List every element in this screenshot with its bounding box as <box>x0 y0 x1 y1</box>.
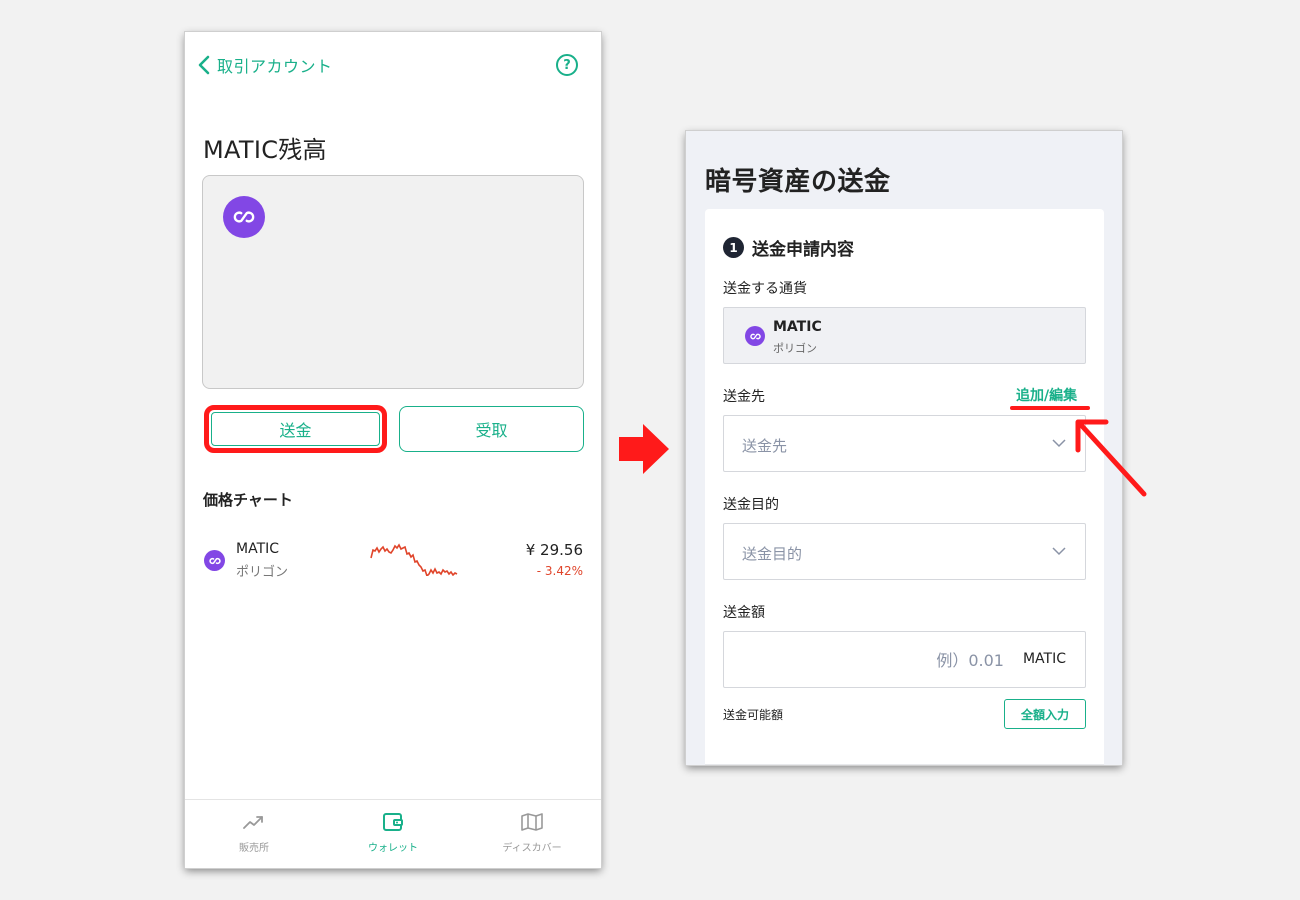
coin-price: ¥ 29.56 <box>525 541 583 559</box>
step-number-badge: 1 <box>723 237 744 258</box>
add-edit-destination-link[interactable]: 追加/編集 <box>1016 385 1077 405</box>
polygon-logo-icon <box>745 326 765 346</box>
step-header: 1 送金申請内容 <box>723 235 854 260</box>
tab-label: 販売所 <box>239 843 269 854</box>
receive-button[interactable]: 受取 <box>399 406 584 452</box>
coin-price-row[interactable]: MATIC ポリゴン ¥ 29.56 - 3.42% <box>185 532 601 582</box>
available-amount-label: 送金可能額 <box>723 708 784 722</box>
currency-name: MATIC <box>773 319 822 335</box>
amount-label: 送金額 <box>723 605 765 621</box>
help-icon[interactable]: ? <box>556 54 578 76</box>
mobile-header: 取引アカウント ? <box>185 32 601 96</box>
back-button-label: 取引アカウント <box>217 57 333 76</box>
send-button[interactable]: 送金 <box>204 405 387 453</box>
amount-field: MATIC <box>723 631 1086 688</box>
page-title: 暗号資産の送金 <box>705 167 891 197</box>
coin-name: MATIC <box>236 541 280 557</box>
map-icon <box>521 813 543 831</box>
arrow-right-icon <box>619 424 669 474</box>
tab-wallet[interactable]: ウォレット <box>324 800 462 868</box>
fill-all-button[interactable]: 全額入力 <box>1004 699 1086 729</box>
tab-discover[interactable]: ディスカバー <box>463 800 601 868</box>
page-title: MATIC残高 <box>203 136 327 164</box>
tab-label: ウォレット <box>368 843 418 854</box>
pointer-arrow-icon <box>1075 419 1147 497</box>
chevron-left-icon <box>198 55 210 75</box>
highlight-underline <box>1010 406 1090 410</box>
tab-label: ディスカバー <box>502 843 562 854</box>
polygon-logo-icon <box>204 550 225 571</box>
back-button[interactable]: 取引アカウント <box>195 52 333 78</box>
polygon-logo-icon <box>223 196 265 238</box>
send-button-label: 送金 <box>279 421 312 440</box>
destination-placeholder: 送金先 <box>742 437 788 455</box>
coin-subname: ポリゴン <box>236 565 289 580</box>
chevron-down-icon <box>1052 547 1066 556</box>
coin-price-change: - 3.42% <box>536 564 583 578</box>
tab-exchange[interactable]: 販売所 <box>185 800 323 868</box>
currency-display: MATIC ポリゴン <box>723 307 1086 364</box>
purpose-placeholder: 送金目的 <box>742 545 803 563</box>
price-chart-title: 価格チャート <box>203 491 293 509</box>
amount-unit: MATIC <box>1022 651 1066 667</box>
divider <box>705 764 1104 765</box>
bottom-tab-bar: 販売所 ウォレット ディスカバー <box>185 799 601 868</box>
price-sparkline <box>370 543 458 576</box>
purpose-select[interactable]: 送金目的 <box>723 523 1086 580</box>
currency-label: 送金する通貨 <box>723 281 807 297</box>
wallet-icon <box>383 813 403 831</box>
mobile-app-screen: 取引アカウント ? MATIC残高 送金 受取 価格チャート MATIC ポリゴ… <box>185 32 601 868</box>
balance-card <box>202 175 584 389</box>
currency-subname: ポリゴン <box>773 342 817 355</box>
trend-icon <box>243 816 263 829</box>
amount-input[interactable] <box>734 648 1004 672</box>
purpose-label: 送金目的 <box>723 497 779 513</box>
destination-select[interactable]: 送金先 <box>723 415 1086 472</box>
send-form-card: 1 送金申請内容 送金する通貨 MATIC ポリゴン 送金先 追加/編集 送金先… <box>705 209 1104 765</box>
step-title: 送金申請内容 <box>752 240 854 260</box>
web-send-screen: 暗号資産の送金 1 送金申請内容 送金する通貨 MATIC ポリゴン 送金先 追… <box>686 131 1122 765</box>
chevron-down-icon <box>1052 439 1066 448</box>
destination-label: 送金先 <box>723 389 765 405</box>
